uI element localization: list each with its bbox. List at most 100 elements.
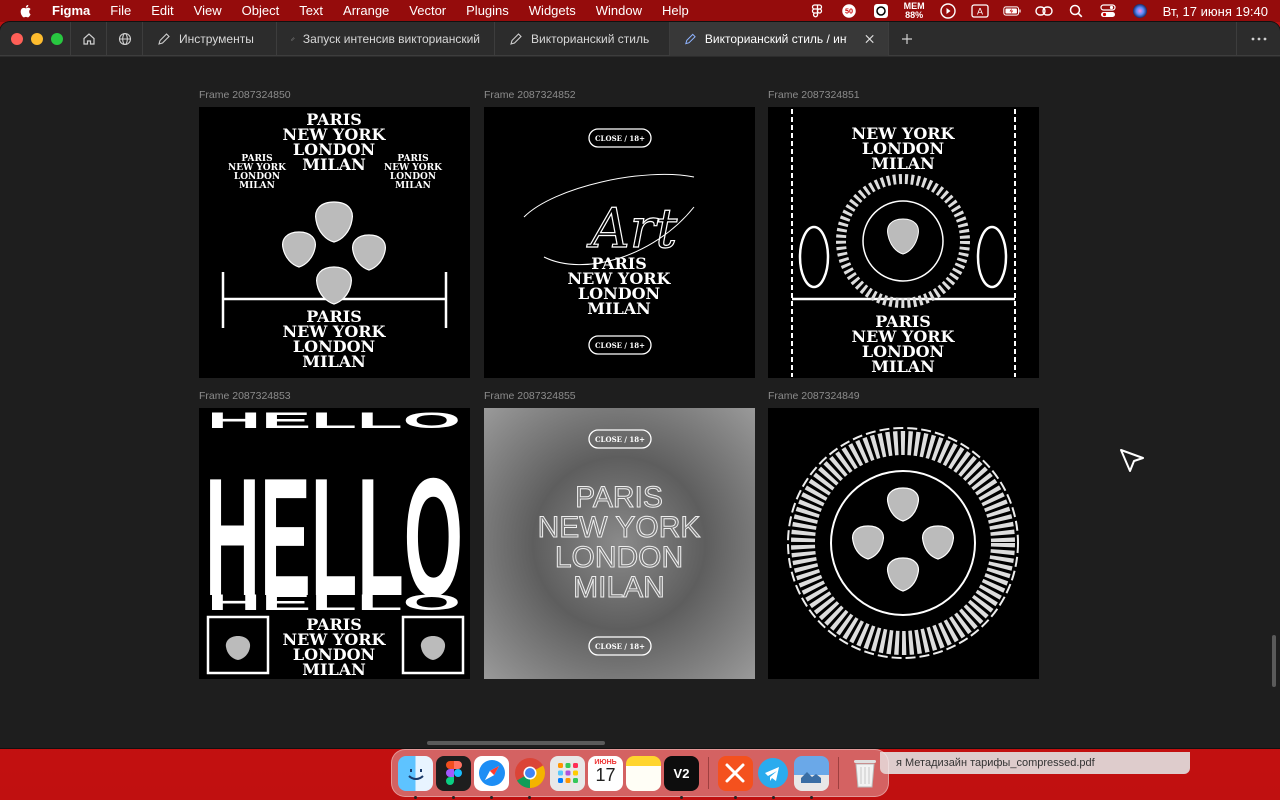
poster-city-milan: MILAN	[302, 352, 365, 371]
menu-text[interactable]: Text	[289, 0, 333, 22]
menu-file[interactable]: File	[100, 0, 141, 22]
dock-chrome[interactable]	[512, 753, 547, 799]
dock: ИЮНЬ 17 V2	[391, 749, 889, 799]
chrome-icon	[512, 756, 547, 791]
memory-indicator[interactable]: MEM 88%	[904, 2, 925, 20]
telegram-icon	[756, 756, 791, 791]
horizontal-scrollbar[interactable]	[427, 741, 605, 745]
memory-value: 88%	[905, 10, 924, 20]
poster-badge: CLOSE / 18+	[595, 642, 645, 651]
dock-trash[interactable]	[847, 753, 882, 793]
v2-app-icon: V2	[664, 755, 699, 791]
tab-instruments[interactable]: Инструменты	[142, 22, 276, 56]
v2-label: V2	[673, 765, 690, 781]
design-file-icon	[291, 36, 295, 41]
frame-poster-hello[interactable]: HELLO HELLO HELLO PARIS NEW YORK LONDON …	[199, 408, 470, 679]
calendar-day: 17	[595, 764, 616, 785]
minimize-window-button[interactable]	[31, 32, 43, 45]
battery-icon[interactable]	[1002, 3, 1021, 19]
keyboard-layout-icon[interactable]: A	[970, 3, 989, 19]
menu-clock[interactable]: Вт, 17 июня 19:40	[1163, 4, 1268, 19]
frame-poster-chrome[interactable]: CLOSE / 18+ CLOSE / 18+ PARIS NEW YORK L…	[484, 408, 755, 679]
frame-label[interactable]: Frame 2087324850	[199, 89, 291, 101]
poster-script-word: Art	[586, 197, 678, 260]
frame-poster-doily[interactable]: NEW YORK LONDON MILAN PARIS NEW YORK LON…	[768, 107, 1039, 378]
play-icon[interactable]	[939, 3, 957, 19]
close-tab-icon[interactable]	[865, 34, 874, 44]
preview-icon	[793, 755, 829, 791]
frame-label[interactable]: Frame 2087324851	[768, 89, 860, 101]
apple-logo-icon[interactable]	[18, 3, 34, 19]
figma-status-icon[interactable]	[808, 3, 826, 19]
design-file-icon	[510, 32, 522, 45]
menu-view[interactable]: View	[184, 0, 232, 22]
poster-hello-small: HELLO	[207, 590, 461, 615]
home-button[interactable]	[70, 22, 106, 56]
tab-label: Викторианский стиль	[531, 31, 650, 46]
poster-city-milan: MILAN	[395, 181, 431, 191]
poster-city-milan: MILAN	[587, 299, 650, 318]
tab-victorian-style[interactable]: Викторианский стиль	[494, 22, 669, 56]
globe-icon	[118, 32, 131, 45]
figma-window: Инструменты Запуск интенсив викториански…	[0, 22, 1280, 748]
menu-widgets[interactable]: Widgets	[519, 0, 586, 22]
new-tab-button[interactable]	[888, 22, 924, 56]
app-status-icon[interactable]	[872, 3, 890, 19]
dock-launchpad[interactable]	[550, 753, 585, 793]
poster-badge: CLOSE / 18+	[595, 341, 645, 350]
siri-icon[interactable]	[1131, 3, 1149, 19]
tab-label: Викторианский стиль / интенси	[704, 31, 847, 46]
menu-plugins[interactable]: Plugins	[456, 0, 519, 22]
strawberry-icon	[282, 201, 386, 305]
menu-vector[interactable]: Vector	[399, 0, 456, 22]
poster-hello-small: HELLO	[207, 408, 461, 433]
menu-app-name[interactable]: Figma	[48, 0, 100, 22]
dock-notes[interactable]	[626, 753, 661, 793]
dock-xmind[interactable]	[717, 753, 753, 799]
notes-icon	[626, 755, 661, 791]
tab-victorian-launch[interactable]: Запуск интенсив викторианский	[276, 22, 494, 56]
dock-preview[interactable]	[793, 753, 829, 799]
frame-poster-art[interactable]: CLOSE / 18+ CLOSE / 18+ Art PARIS NEW YO…	[484, 107, 755, 378]
dock-finder[interactable]	[398, 753, 433, 799]
window-controls	[0, 32, 70, 45]
zoom-window-button[interactable]	[51, 32, 63, 45]
more-options-button[interactable]	[1236, 22, 1280, 56]
dock-calendar[interactable]: ИЮНЬ 17	[588, 753, 623, 793]
control-center-icon[interactable]	[1099, 3, 1117, 19]
frame-label[interactable]: Frame 2087324853	[199, 390, 291, 402]
search-icon[interactable]	[1067, 3, 1085, 19]
frame-poster-strawberries[interactable]: PARIS NEW YORK LONDON MILAN PARIS NEW YO…	[199, 107, 470, 378]
menu-help[interactable]: Help	[652, 0, 699, 22]
dock-separator	[837, 757, 838, 789]
pdf-file-hint[interactable]: я Метадизайн тарифы_compressed.pdf	[880, 752, 1190, 774]
vertical-scrollbar[interactable]	[1272, 635, 1276, 687]
close-window-button[interactable]	[11, 32, 23, 45]
dock-figma[interactable]	[436, 753, 471, 799]
menu-bar: Figma File Edit View Object Text Arrange…	[0, 0, 1280, 22]
dock-v2[interactable]: V2	[664, 753, 699, 799]
frame-label[interactable]: Frame 2087324852	[484, 89, 576, 101]
mouse-cursor-icon	[1120, 449, 1144, 472]
menu-window[interactable]: Window	[586, 0, 652, 22]
dock-safari[interactable]	[474, 753, 509, 799]
frame-poster-doily-strawberries[interactable]	[768, 408, 1039, 679]
menu-edit[interactable]: Edit	[141, 0, 183, 22]
community-button[interactable]	[106, 22, 142, 56]
xmind-icon	[717, 755, 753, 791]
frame-label[interactable]: Frame 2087324849	[768, 390, 860, 402]
design-file-icon	[685, 33, 696, 44]
notification-badge-icon[interactable]: 50	[840, 3, 858, 19]
design-canvas[interactable]: Frame 2087324850 Frame 2087324852 Frame …	[0, 57, 1280, 748]
dock-separator	[708, 757, 709, 789]
link-icon[interactable]	[1034, 3, 1053, 19]
poster-city-milan: MILAN	[239, 181, 275, 191]
poster-city-milan: MILAN	[871, 154, 934, 173]
figma-icon	[436, 755, 471, 791]
tab-victorian-intensive[interactable]: Викторианский стиль / интенси	[669, 22, 888, 56]
frame-label[interactable]: Frame 2087324855	[484, 390, 576, 402]
strawberry-icon	[420, 636, 446, 660]
menu-object[interactable]: Object	[232, 0, 290, 22]
menu-arrange[interactable]: Arrange	[333, 0, 399, 22]
dock-telegram[interactable]	[756, 753, 791, 799]
